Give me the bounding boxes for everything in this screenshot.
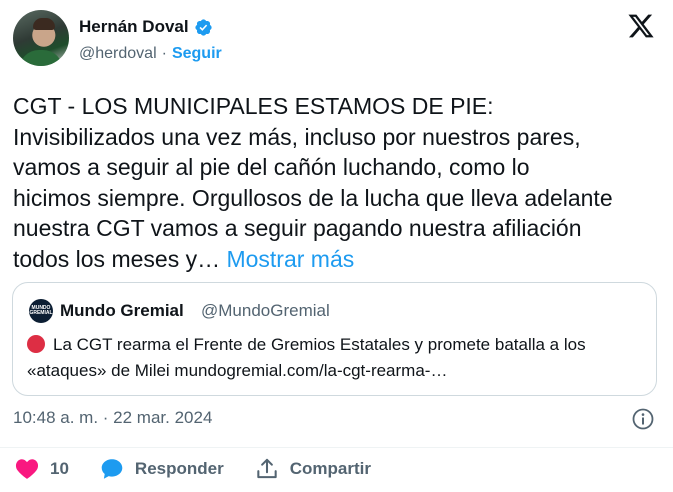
- share-label: Compartir: [289, 459, 371, 478]
- author-name-row: Hernán Doval: [79, 17, 213, 37]
- quote-text-block: La CGT rearma el Frente de Gremios Estat…: [27, 332, 647, 384]
- show-more-link[interactable]: Mostrar más: [226, 246, 354, 272]
- speech-bubble-icon: [101, 459, 123, 479]
- avatar-shirt: [19, 50, 63, 66]
- reply-button[interactable]: Responder: [99, 456, 224, 482]
- tweet-timestamp[interactable]: 10:48 a. m. · 22 mar. 2024: [13, 408, 212, 428]
- author-avatar[interactable]: [13, 10, 69, 66]
- author-handle[interactable]: @herdoval: [79, 45, 157, 63]
- action-bar: 10 Responder Compartir: [14, 456, 401, 482]
- author-display-name[interactable]: Hernán Doval: [79, 17, 189, 37]
- red-circle-emoji-icon: [27, 335, 45, 353]
- quote-text: La CGT rearma el Frente de Gremios Estat…: [27, 335, 586, 380]
- info-icon[interactable]: [631, 407, 655, 431]
- author-handle-row: @herdoval · Seguir: [79, 45, 222, 63]
- quoted-tweet-card[interactable]: MUNDO GREMIAL Mundo Gremial @MundoGremia…: [12, 282, 657, 396]
- like-count: 10: [50, 459, 69, 478]
- share-upload-icon: [257, 458, 277, 479]
- heart-icon: [15, 459, 39, 479]
- quote-author-handle: @MundoGremial: [201, 301, 330, 320]
- verified-badge-icon: [194, 18, 212, 36]
- handle-separator: ·: [161, 45, 167, 62]
- x-logo-icon[interactable]: [627, 12, 655, 40]
- quote-avatar-logo: MUNDO GREMIAL: [29, 305, 53, 316]
- like-button[interactable]: 10: [14, 456, 69, 482]
- quote-author-name: Mundo Gremial: [60, 301, 184, 320]
- reply-label: Responder: [134, 459, 224, 478]
- avatar-hair: [33, 18, 55, 30]
- share-button[interactable]: Compartir: [254, 456, 371, 482]
- action-divider: [0, 447, 673, 448]
- follow-button[interactable]: Seguir: [172, 45, 222, 63]
- quote-avatar: MUNDO GREMIAL: [29, 299, 53, 323]
- tweet-body: CGT - LOS MUNICIPALES ESTAMOS DE PIE: In…: [13, 91, 663, 274]
